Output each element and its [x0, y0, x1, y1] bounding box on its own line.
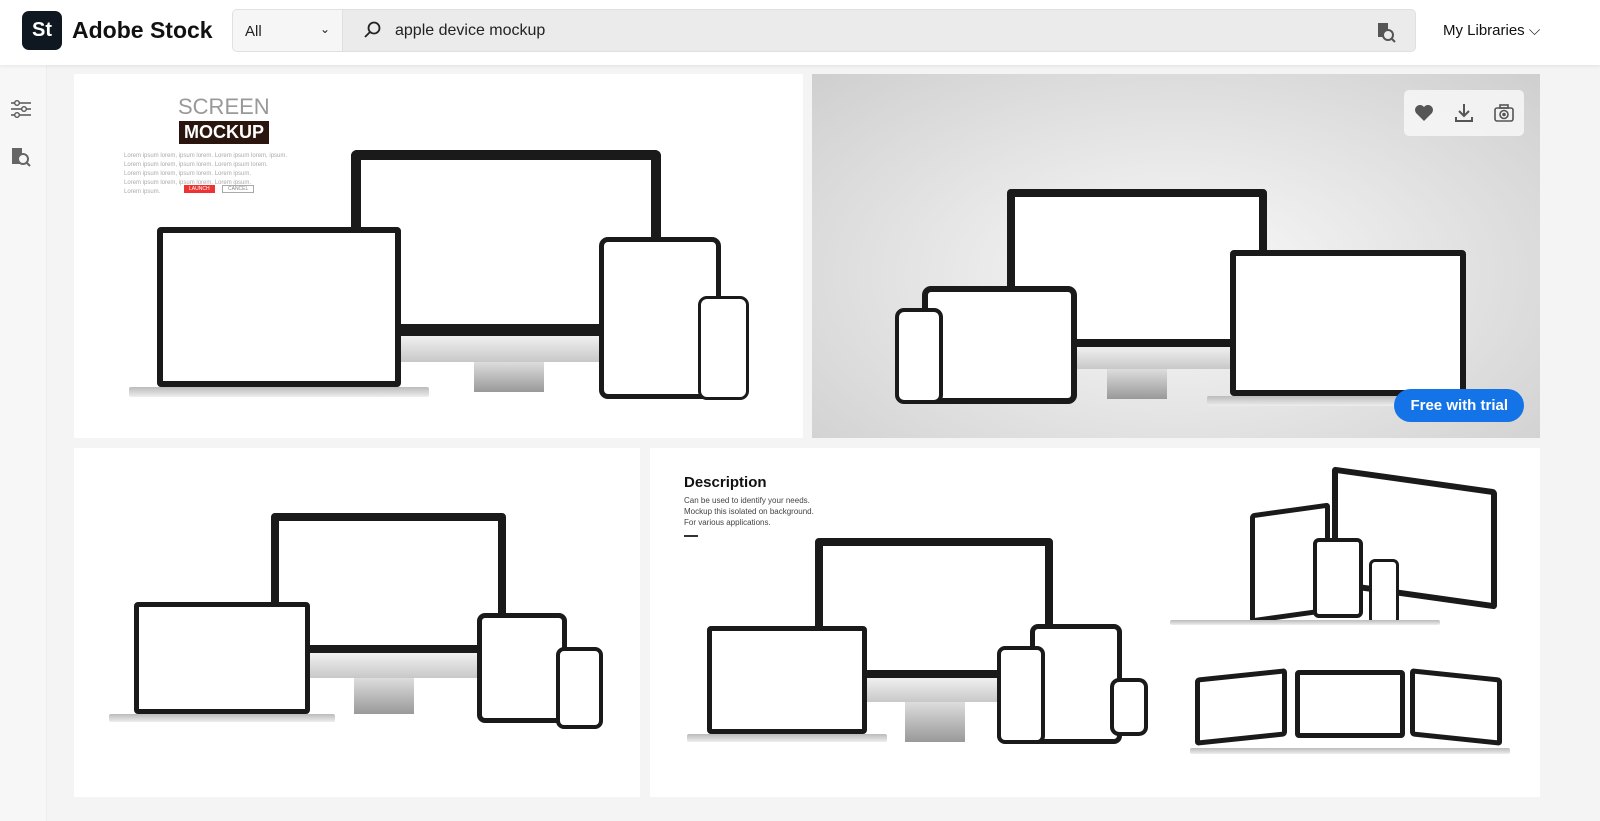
filters-icon[interactable] — [9, 97, 33, 121]
monitor-stand — [474, 362, 544, 392]
result-image-screen-mockup[interactable]: SCREEN MOCKUP Lorem ipsum lorem, ipsum l… — [74, 74, 803, 438]
laptop-device — [707, 626, 867, 734]
header: St Adobe Stock All ⌄ apple device mockup … — [0, 0, 1600, 65]
lorem-line: Lorem ipsum lorem, ipsum lorem. Lorem ip… — [124, 171, 252, 177]
monitor-device — [1295, 670, 1405, 738]
monitor-device — [1195, 668, 1287, 746]
phone-device — [997, 646, 1045, 744]
free-with-trial-badge[interactable]: Free with trial — [1394, 389, 1524, 422]
monitor-stand — [905, 702, 965, 742]
laptop-device — [1230, 250, 1466, 396]
description-line: For various applications. — [684, 518, 771, 527]
description-line: Can be used to identify your needs. — [684, 496, 810, 505]
result-image-devices[interactable] — [74, 448, 640, 797]
result-image-description-mockup[interactable]: Description Can be used to identify your… — [650, 448, 1540, 797]
visual-search-icon[interactable] — [9, 145, 33, 169]
camera-icon[interactable] — [1493, 102, 1515, 124]
description-line: Mockup this isolated on background. — [684, 507, 814, 516]
result-image-devices-hovered[interactable]: Free with trial — [812, 74, 1540, 438]
search-scope-dropdown[interactable]: All ⌄ — [233, 10, 343, 51]
chevron-down-icon: ⌄ — [319, 22, 330, 36]
laptop-base — [1170, 620, 1440, 625]
monitor-stand — [1107, 369, 1167, 399]
search-input[interactable]: apple device mockup — [395, 22, 545, 40]
heart-icon[interactable] — [1413, 102, 1435, 124]
download-icon[interactable] — [1453, 102, 1475, 124]
image-actions — [1404, 90, 1524, 136]
my-libraries-label: My Libraries — [1443, 22, 1525, 39]
laptop-device — [157, 227, 401, 387]
lorem-line: Lorem ipsum lorem, ipsum lorem. Lorem ip… — [124, 153, 288, 159]
tablet-device — [922, 286, 1077, 404]
brand-name[interactable]: Adobe Stock — [72, 17, 213, 44]
image-title-mockup: MOCKUP — [179, 121, 269, 144]
laptop-base — [129, 387, 429, 397]
my-libraries-menu[interactable]: My Libraries ⌵ — [1443, 22, 1540, 39]
adobe-stock-logo[interactable]: St — [22, 11, 62, 50]
search-bar: All ⌄ apple device mockup — [232, 9, 1416, 52]
visual-search-icon[interactable] — [1375, 21, 1397, 43]
cancel-mock-button: CANCEL — [222, 185, 255, 193]
scope-value: All — [245, 23, 262, 40]
phone-device — [698, 296, 749, 400]
image-title-screen: SCREEN — [178, 94, 270, 119]
phone-device — [895, 308, 943, 404]
monitor-stand — [354, 678, 414, 714]
watch-device — [1110, 678, 1148, 736]
phone-device — [1369, 559, 1399, 625]
chevron-down-icon: ⌵ — [1528, 22, 1541, 39]
tablet-device — [477, 613, 567, 723]
tablet-device — [1313, 538, 1363, 618]
laptop-base — [109, 714, 335, 722]
lorem-line: Lorem ipsum lorem, ipsum lorem. Lorem ip… — [124, 162, 268, 168]
description-heading: Description — [684, 474, 767, 491]
phone-device — [556, 647, 603, 729]
laptop-base — [687, 734, 887, 742]
launch-mock-button: LAUNCH — [184, 185, 215, 193]
search-icon — [364, 21, 381, 38]
laptop-device — [134, 602, 310, 714]
monitor-device — [1410, 668, 1502, 746]
monitor-bases — [1190, 748, 1510, 754]
sidebar — [0, 65, 47, 821]
